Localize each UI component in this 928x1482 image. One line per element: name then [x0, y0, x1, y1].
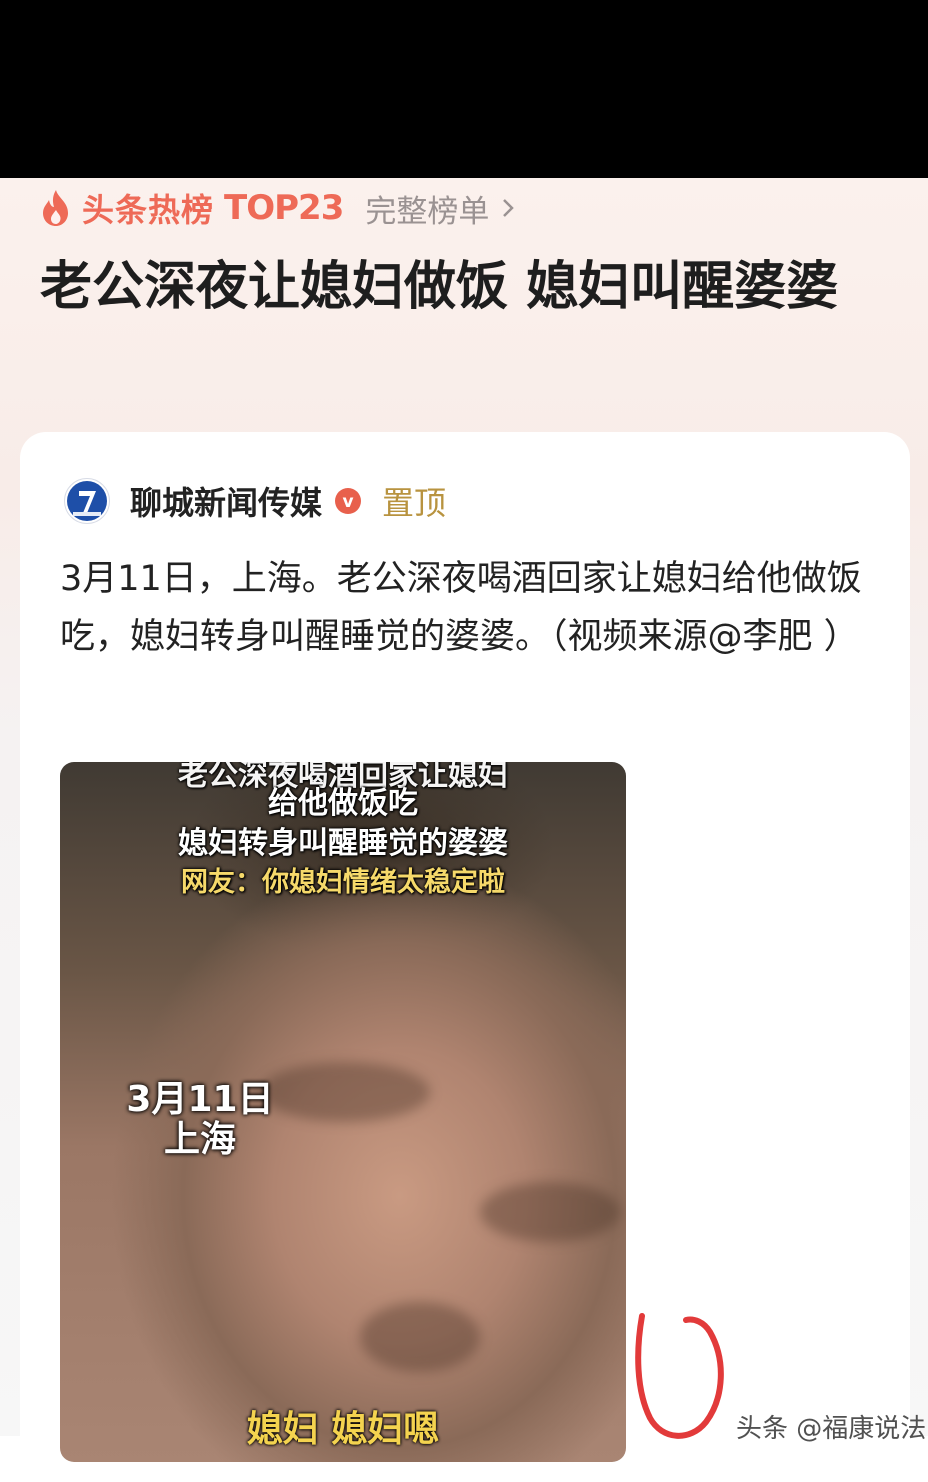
- flame-icon: [43, 190, 68, 226]
- headline[interactable]: 老公深夜让媳妇做饭 媳妇叫醒婆婆: [40, 250, 860, 324]
- video-caption-line-3: 媳妇转身叫醒睡觉的婆婆: [178, 826, 508, 861]
- video-caption-line-2: 给他做饭吃: [268, 786, 418, 821]
- video-place: 上海: [163, 1119, 236, 1160]
- chevron-right-icon[interactable]: [499, 197, 517, 219]
- author-row[interactable]: 聊城新闻传媒 v 置顶: [64, 476, 446, 526]
- hot-list-header[interactable]: 头条热榜 TOP23 完整榜单: [38, 186, 517, 230]
- video-date: 3月11日: [126, 1079, 274, 1120]
- author-name[interactable]: 聊城新闻传媒: [130, 478, 322, 524]
- author-avatar[interactable]: [64, 478, 110, 524]
- video-date-place: 3月11日 上海: [120, 1080, 280, 1160]
- watermark: 头条 @福康说法: [736, 1414, 927, 1444]
- verified-icon: v: [335, 488, 362, 514]
- video-subtitle: 媳妇 媳妇嗯: [246, 1409, 440, 1450]
- post-text[interactable]: 3月11日，上海。老公深夜喝酒回家让媳妇给他做饭吃，媳妇转身叫醒睡觉的婆婆。（视…: [60, 550, 880, 666]
- video-caption-comment: 网友：你媳妇情绪太稳定啦: [181, 867, 505, 898]
- channel-logo-icon: [67, 481, 107, 521]
- red-annotation-mark: [635, 1313, 724, 1439]
- video-shading: [260, 1062, 430, 1122]
- verified-mark: v: [342, 492, 353, 512]
- video-thumbnail[interactable]: 老公深夜喝酒回家让媳妇 给他做饭吃 媳妇转身叫醒睡觉的婆婆 网友：你媳妇情绪太稳…: [60, 762, 626, 1462]
- black-top-bar: [0, 0, 928, 178]
- video-shading: [480, 1182, 620, 1242]
- video-shading: [360, 1302, 480, 1372]
- full-list-link[interactable]: 完整榜单: [365, 186, 489, 231]
- post-card[interactable]: 聊城新闻传媒 v 置顶 3月11日，上海。老公深夜喝酒回家让媳妇给他做饭吃，媳妇…: [20, 432, 910, 1482]
- pinned-badge: 置顶: [382, 484, 447, 522]
- hot-rank: TOP23: [224, 188, 344, 228]
- hot-list-label: 头条热榜: [82, 191, 215, 229]
